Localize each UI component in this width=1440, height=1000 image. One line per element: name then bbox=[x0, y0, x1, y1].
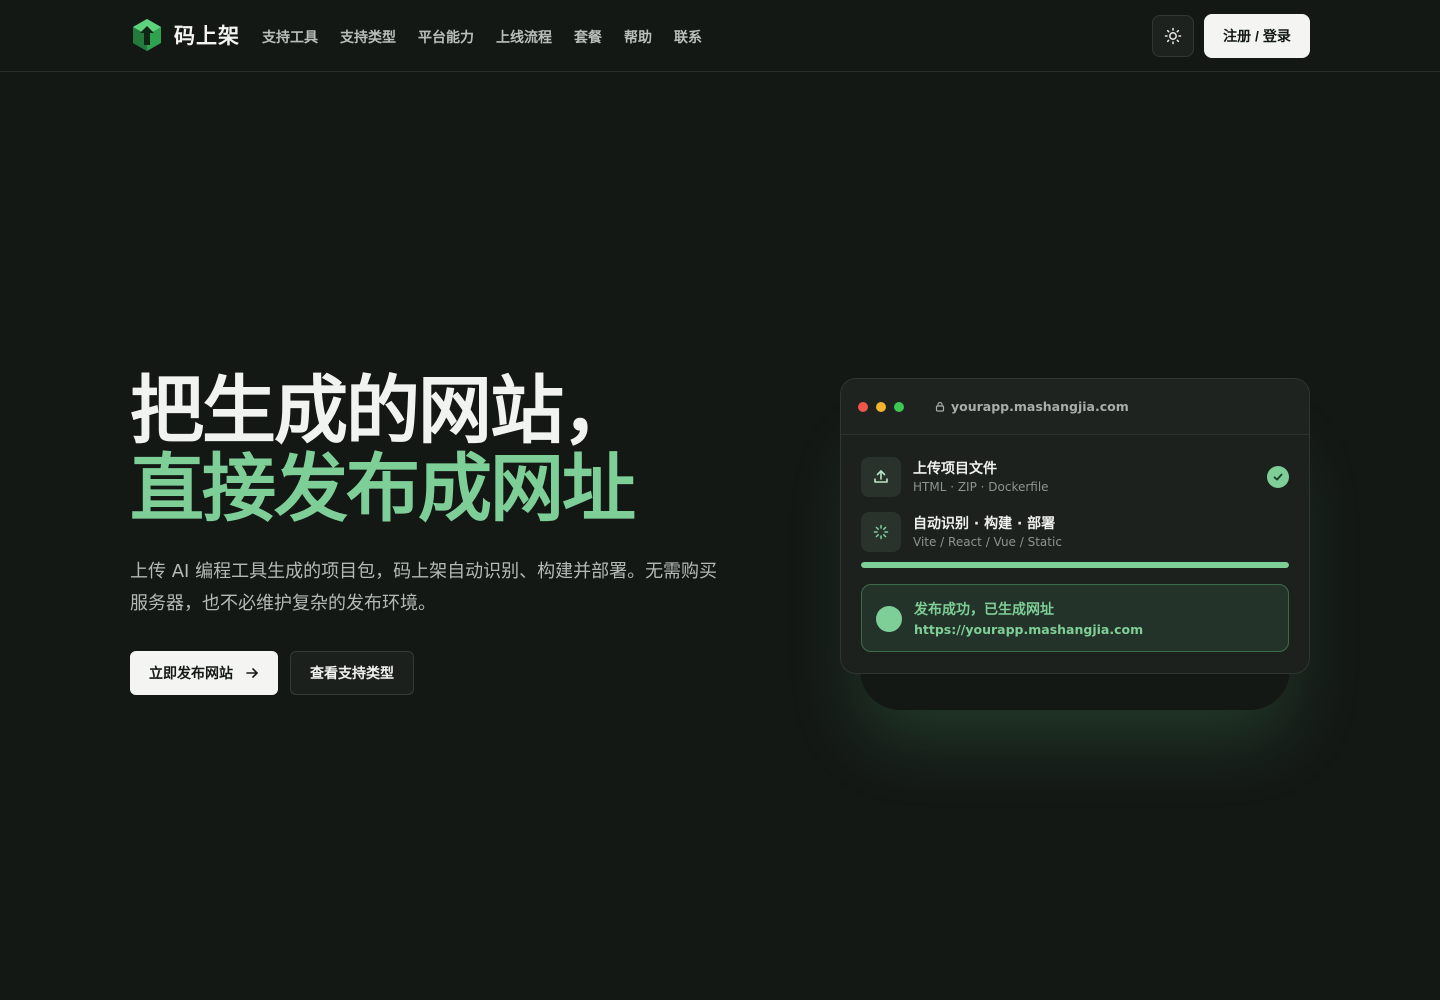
window-maximize-dot bbox=[894, 402, 904, 412]
step-upload-icon-box bbox=[861, 457, 901, 497]
sun-icon bbox=[1164, 27, 1182, 45]
step-upload-subtitle: HTML · ZIP · Dockerfile bbox=[913, 480, 1049, 494]
view-types-button[interactable]: 查看支持类型 bbox=[290, 651, 414, 695]
deploy-progress-bar bbox=[861, 562, 1289, 568]
logo-icon bbox=[133, 19, 161, 51]
step-done-badge bbox=[1267, 466, 1289, 488]
step-upload: 上传项目文件 HTML · ZIP · Dockerfile bbox=[861, 457, 1289, 497]
nav-link-pricing[interactable]: 套餐 bbox=[574, 27, 602, 47]
address-url: yourapp.mashangjia.com bbox=[951, 399, 1129, 414]
success-status-dot bbox=[876, 606, 902, 632]
hero-title-line1: 把生成的网站， bbox=[130, 368, 636, 454]
publish-now-button[interactable]: 立即发布网站 bbox=[130, 651, 278, 695]
nav-links: 支持工具 支持类型 平台能力 上线流程 套餐 帮助 联系 bbox=[262, 27, 702, 47]
hero-title: 把生成的网站， 直接发布成网址 bbox=[130, 368, 636, 532]
brand-name: 码上架 bbox=[174, 24, 240, 48]
step-build-subtitle: Vite / React / Vue / Static bbox=[913, 535, 1062, 549]
nav-link-capabilities[interactable]: 平台能力 bbox=[418, 27, 474, 47]
nav-link-tools[interactable]: 支持工具 bbox=[262, 27, 318, 47]
step-build: 自动识别 · 构建 · 部署 Vite / React / Vue / Stat… bbox=[861, 512, 1289, 552]
success-url-link[interactable]: https://yourapp.mashangjia.com bbox=[914, 622, 1143, 637]
hero-description: 上传 AI 编程工具生成的项目包，码上架自动识别、构建并部署。无需购买服务器，也… bbox=[130, 561, 718, 614]
arrow-right-icon bbox=[246, 668, 258, 678]
success-title: 发布成功，已生成网址 bbox=[914, 602, 1054, 618]
step-upload-title: 上传项目文件 bbox=[913, 461, 997, 477]
deploy-success-box: 发布成功，已生成网址 https://yourapp.mashangjia.co… bbox=[861, 584, 1289, 652]
top-nav: 码上架 支持工具 支持类型 平台能力 上线流程 套餐 帮助 联系 注册 / 登录 bbox=[0, 0, 1440, 72]
address-bar: yourapp.mashangjia.com bbox=[935, 399, 1129, 414]
step-build-icon-box bbox=[861, 512, 901, 552]
hero-title-line2: 直接发布成网址 bbox=[130, 446, 636, 532]
loading-spinner-icon bbox=[873, 524, 889, 540]
deploy-progress-fill bbox=[861, 562, 1289, 568]
publish-now-label: 立即发布网站 bbox=[149, 665, 233, 681]
browser-bar: yourapp.mashangjia.com bbox=[841, 379, 1309, 435]
nav-link-contact[interactable]: 联系 bbox=[674, 27, 702, 47]
nav-link-help[interactable]: 帮助 bbox=[624, 27, 652, 47]
lock-icon bbox=[935, 401, 945, 412]
check-icon bbox=[1273, 473, 1283, 481]
login-register-button[interactable]: 注册 / 登录 bbox=[1204, 14, 1310, 58]
cta-row: 立即发布网站 查看支持类型 bbox=[130, 651, 414, 695]
deploy-preview-card: yourapp.mashangjia.com 上传项目文件 HTML · ZIP… bbox=[840, 378, 1310, 674]
window-minimize-dot bbox=[876, 402, 886, 412]
nav-link-process[interactable]: 上线流程 bbox=[496, 27, 552, 47]
window-close-dot bbox=[858, 402, 868, 412]
brand[interactable]: 码上架 bbox=[130, 18, 240, 52]
theme-toggle-button[interactable] bbox=[1152, 15, 1194, 57]
step-build-title: 自动识别 · 构建 · 部署 bbox=[913, 516, 1056, 532]
upload-icon bbox=[874, 470, 888, 483]
nav-link-types[interactable]: 支持类型 bbox=[340, 27, 396, 47]
